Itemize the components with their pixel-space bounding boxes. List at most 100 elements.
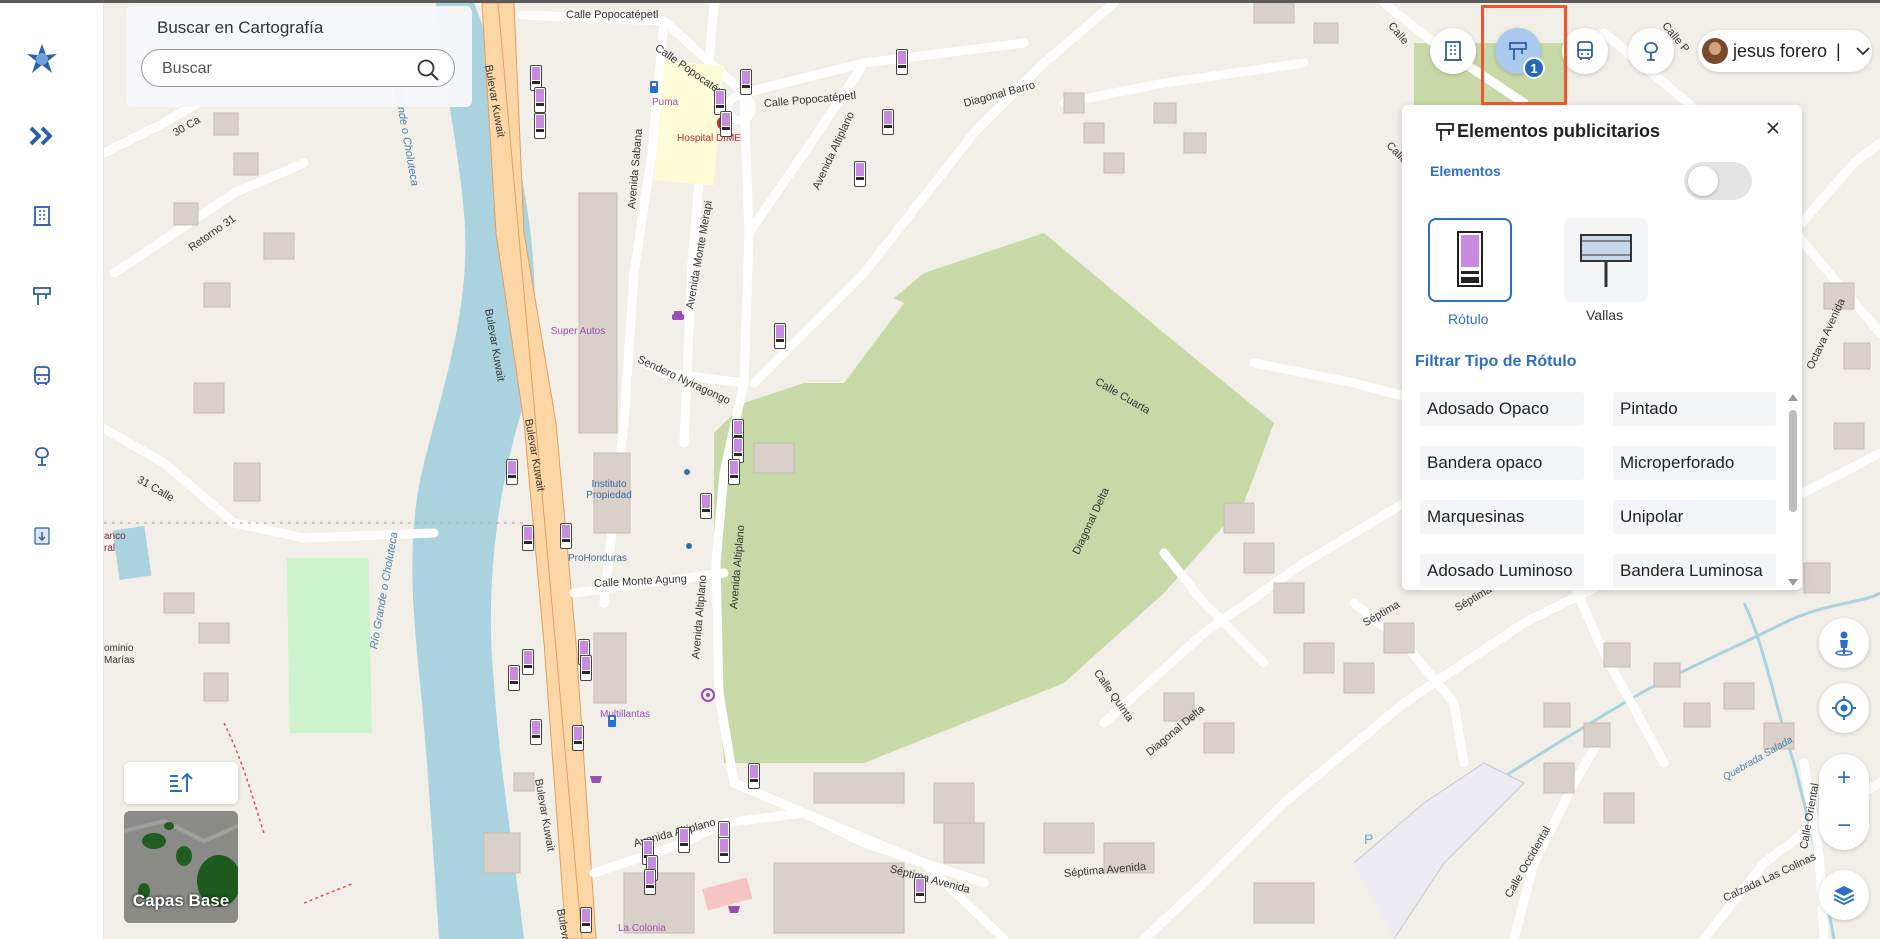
car-icon: [672, 311, 684, 320]
scrollbar-thumb[interactable]: [1789, 410, 1797, 512]
ad-marker[interactable]: [580, 907, 592, 933]
bus-icon: [1577, 41, 1593, 60]
avatar: [1702, 38, 1728, 64]
elements-toggle[interactable]: [1684, 162, 1752, 200]
tree-icon: [35, 447, 49, 466]
user-menu[interactable]: jesus forero |: [1698, 30, 1872, 72]
fuel-icon: [650, 81, 658, 93]
filter-chip[interactable]: Pintado: [1613, 392, 1776, 426]
count-badge: 1: [1523, 57, 1545, 79]
ad-marker[interactable]: [534, 113, 546, 139]
zoom-control: + −: [1819, 754, 1869, 850]
ad-marker[interactable]: [882, 109, 894, 135]
ad-marker[interactable]: [580, 655, 592, 681]
type-rotulo-card[interactable]: [1428, 218, 1512, 302]
map-label: Marías: [104, 655, 135, 666]
sidebar-item-buildings[interactable]: [22, 196, 62, 236]
filter-chip[interactable]: Bandera Luminosa: [1613, 554, 1776, 588]
filter-chip[interactable]: Adosado Opaco: [1420, 392, 1584, 426]
toggle-knob: [1688, 166, 1718, 196]
chevron-down-icon: [1856, 47, 1870, 56]
ad-marker[interactable]: [700, 493, 712, 519]
type-vallas-card[interactable]: [1564, 218, 1648, 302]
ad-marker[interactable]: [740, 69, 752, 95]
sort-ascending-icon: [170, 772, 193, 792]
street-label: Calle Popocatépetl: [566, 9, 659, 21]
toolbar-transport-button[interactable]: [1562, 28, 1608, 74]
top-strip: [0, 0, 1880, 3]
ad-marker[interactable]: [896, 49, 908, 75]
ad-marker[interactable]: [748, 763, 760, 789]
layers-button[interactable]: [1819, 870, 1869, 920]
poi-label: Puma: [652, 97, 679, 108]
toolbar-trees-button[interactable]: [1628, 28, 1674, 74]
ad-marker[interactable]: [560, 523, 572, 549]
type-vallas-label: Vallas: [1586, 307, 1624, 323]
legend-toggle-button[interactable]: [124, 762, 238, 804]
filter-title: Filtrar Tipo de Rótulo: [1415, 353, 1577, 370]
ad-marker[interactable]: [728, 459, 740, 485]
ad-marker[interactable]: [508, 665, 520, 691]
app-logo-icon[interactable]: [22, 39, 62, 79]
toolbar-advertising-button[interactable]: 1: [1495, 28, 1545, 79]
elements-label: Elementos: [1430, 163, 1501, 179]
toolbar-buildings-button[interactable]: [1430, 28, 1476, 74]
map-label: ominio: [104, 643, 134, 654]
pegman-icon: [1835, 631, 1853, 656]
panel-title: Elementos publicitarios: [1457, 121, 1661, 141]
sidebar-item-advertising[interactable]: [22, 276, 62, 316]
ad-marker[interactable]: [522, 525, 534, 551]
ad-marker[interactable]: [522, 649, 534, 675]
ad-marker[interactable]: [572, 725, 584, 751]
signpost-icon: [1509, 42, 1527, 60]
scroll-down-arrow[interactable]: [1788, 579, 1798, 586]
sidebar-item-transport[interactable]: [22, 356, 62, 396]
ad-marker[interactable]: [914, 877, 926, 903]
close-button[interactable]: [1762, 117, 1784, 139]
ad-marker[interactable]: [854, 161, 866, 187]
poi-label: ProHonduras: [568, 553, 627, 564]
poi-dot-icon: [684, 469, 690, 475]
sidebar: [0, 3, 104, 939]
ad-marker[interactable]: [678, 827, 690, 853]
search-panel: Buscar en Cartografía: [126, 6, 472, 107]
sidebar-item-trees[interactable]: [22, 436, 62, 476]
tree-icon: [1644, 42, 1658, 61]
filter-chip[interactable]: Unipolar: [1613, 500, 1776, 534]
map-label: ral: [104, 543, 116, 554]
zoom-out-button[interactable]: −: [1819, 802, 1869, 850]
filter-chip[interactable]: Adosado Luminoso: [1420, 554, 1584, 588]
search-box[interactable]: [141, 49, 455, 87]
locate-me-button[interactable]: [1819, 683, 1869, 733]
building-icon: [1444, 41, 1462, 61]
search-icon[interactable]: [416, 58, 440, 82]
signpost-icon: [33, 287, 51, 305]
filter-list: Adosado Opaco Pintado Bandera opaco Micr…: [1420, 392, 1776, 590]
double-chevron-right-icon[interactable]: [22, 116, 62, 156]
ad-marker[interactable]: [530, 719, 542, 745]
base-layers-button[interactable]: Capas Base: [124, 811, 238, 923]
ad-marker[interactable]: [506, 459, 518, 485]
building-icon: [33, 206, 51, 226]
sidebar-item-download[interactable]: [22, 516, 62, 556]
filter-chip[interactable]: Microperforado: [1613, 446, 1776, 480]
ad-marker[interactable]: [774, 323, 786, 349]
zoom-in-button[interactable]: +: [1819, 754, 1869, 802]
advertising-panel: Elementos publicitarios Elementos Rótulo…: [1402, 105, 1802, 590]
ad-marker[interactable]: [718, 837, 730, 863]
filter-chip[interactable]: Marquesinas: [1420, 500, 1584, 534]
user-separator: |: [1836, 40, 1841, 61]
parking-label: P: [1364, 831, 1374, 847]
filter-chip[interactable]: Bandera opaco: [1420, 446, 1584, 480]
shop-basket-icon: [590, 776, 602, 783]
download-icon: [34, 527, 50, 545]
ad-marker[interactable]: [534, 87, 546, 113]
ad-marker[interactable]: [720, 111, 732, 137]
street-view-button[interactable]: [1819, 618, 1869, 668]
shop-basket-icon: [728, 906, 740, 913]
poi-label: Super Autos: [550, 326, 606, 337]
search-input[interactable]: [162, 58, 412, 80]
scroll-up-arrow[interactable]: [1788, 394, 1798, 401]
ad-marker[interactable]: [644, 869, 656, 895]
layers-icon: [1833, 886, 1855, 906]
